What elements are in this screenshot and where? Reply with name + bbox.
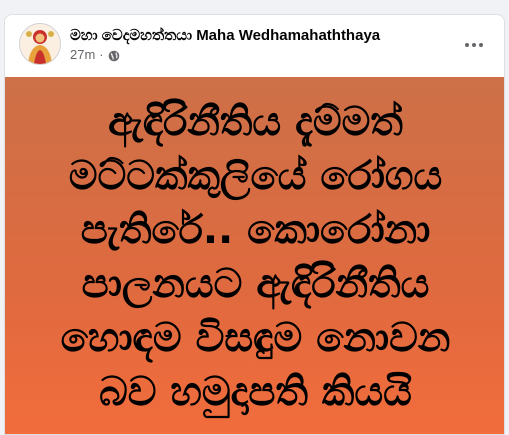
post-meta: 27m ·: [70, 46, 380, 63]
more-options-button[interactable]: [456, 27, 492, 63]
avatar-illustration: [20, 24, 60, 64]
image-text-line: පැතිරේ.. කොරෝනා: [80, 207, 431, 253]
image-text-line: හොඳම විසඳුම නොවන: [60, 315, 451, 361]
author-block: මහා වෙදමහත්තයා Maha Wedhamahaththaya 27m…: [70, 26, 380, 63]
meta-separator: ·: [99, 47, 104, 62]
post-header: මහා වෙදමහත්තයා Maha Wedhamahaththaya 27m…: [5, 15, 504, 77]
post-time[interactable]: 27m: [70, 46, 95, 63]
post-image[interactable]: ඇඳිරිනීතිය දැම්මත් මට්ටක්කුලියේ රෝගය පැත…: [5, 77, 504, 434]
globe-icon[interactable]: [108, 49, 120, 61]
image-text-line: මට්ටක්කුලියේ රෝගය: [68, 153, 443, 199]
more-horizontal-icon: [465, 43, 483, 47]
author-name[interactable]: මහා වෙදමහත්තයා Maha Wedhamahaththaya: [70, 26, 380, 45]
avatar[interactable]: [19, 23, 61, 65]
image-text-line: පාලනයට ඇඳිරිනීතිය: [81, 261, 430, 307]
post-card: මහා වෙදමහත්තයා Maha Wedhamahaththaya 27m…: [4, 14, 505, 435]
image-text-line: බව හමුදාපති කියයි: [99, 369, 412, 415]
image-text-line: ඇඳිරිනීතිය දැම්මත්: [108, 99, 403, 145]
